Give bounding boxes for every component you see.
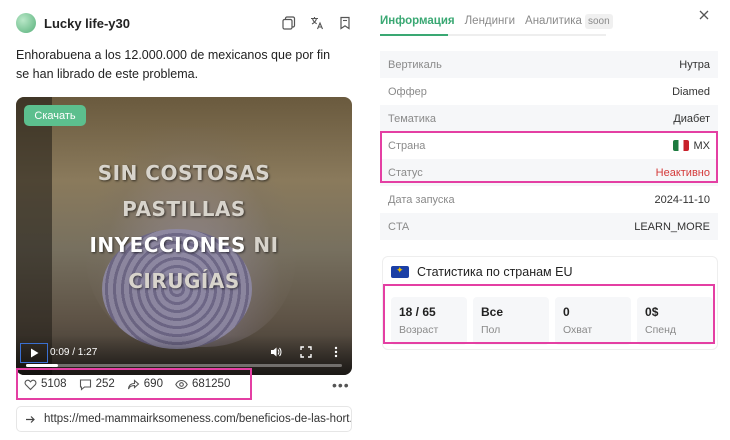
bookmark-icon[interactable] (338, 16, 352, 30)
more-options-icon[interactable] (330, 346, 342, 358)
fullscreen-icon[interactable] (300, 346, 312, 358)
tab-info[interactable]: Информация (380, 15, 455, 27)
avatar (16, 13, 36, 33)
info-row-country: Страна MX (388, 139, 710, 152)
play-icon (30, 348, 38, 358)
eu-flag-icon (391, 265, 409, 278)
heart-icon (24, 379, 37, 390)
landing-url-text: https://med-mammairksomeness.com/benefic… (44, 413, 352, 425)
comment-icon (79, 378, 91, 391)
ad-preview: Lucky life-y30 Enhorabuena a los 12.000.… (16, 10, 352, 84)
stat-spend: 0$ Спенд (637, 297, 713, 345)
video-player[interactable]: Скачать SIN COSTOSAS PASTILLAS INYECCION… (16, 97, 352, 375)
tab-landings[interactable]: Лендинги (465, 15, 515, 27)
info-row-launch-date: Дата запуска 2024-11-10 (388, 193, 710, 206)
stat-age: 18 / 65 Возраст (391, 297, 467, 345)
tab-analytics[interactable]: Аналитика (525, 15, 582, 27)
page-name: Lucky life-y30 (44, 15, 130, 31)
likes-count: 5108 (24, 378, 67, 391)
comments-count: 252 (79, 378, 115, 391)
mexico-flag-icon (672, 140, 689, 151)
views-count: 681250 (175, 378, 230, 391)
info-row-offer: Оффер Diamed (388, 85, 710, 98)
arrow-right-icon (26, 415, 35, 423)
info-row-status: Статус Неактивно (380, 159, 718, 186)
video-time: 0:09 / 1:27 (50, 347, 98, 358)
stat-gender: Все Пол (473, 297, 549, 345)
video-caption-line: INYECCIONES NI (89, 233, 279, 257)
close-icon[interactable] (698, 9, 710, 21)
ad-description: Enhorabuena a los 12.000.000 de mexicano… (16, 48, 331, 81)
status-badge: Неактивно (655, 166, 710, 179)
info-row-theme: Тематика Диабет (380, 105, 718, 132)
info-row-cta: CTA LEARN_MORE (380, 213, 718, 240)
landing-url[interactable]: https://med-mammairksomeness.com/benefic… (16, 406, 352, 432)
engagement-stats: 5108 252 690 681250 (16, 368, 252, 400)
tab-bar: Информация Лендинги Аналитика soon (380, 10, 613, 32)
more-actions-icon[interactable]: ••• (332, 377, 350, 393)
video-caption-line: PASTILLAS (122, 197, 246, 221)
info-row-vertical: Вертикаль Нутра (380, 51, 718, 78)
stat-reach: 0 Охват (555, 297, 631, 345)
shares-count: 690 (127, 378, 163, 391)
translate-icon[interactable] (310, 16, 324, 30)
share-icon (127, 378, 140, 389)
eye-icon (175, 379, 188, 389)
ad-header: Lucky life-y30 (16, 10, 352, 36)
download-button[interactable]: Скачать (24, 105, 86, 126)
volume-icon[interactable] (270, 346, 282, 358)
play-button[interactable] (20, 343, 48, 363)
details-panel: Информация Лендинги Аналитика soon Верти… (380, 0, 718, 440)
info-table: Вертикаль Нутра Оффер Diamed Тематика Ди… (380, 51, 718, 240)
eu-stats-title: Статистика по странам EU (417, 265, 573, 279)
video-caption-line: SIN COSTOSAS (97, 161, 271, 185)
video-progress-bar[interactable] (26, 364, 342, 367)
copy-icon[interactable] (282, 16, 296, 30)
eu-stats-card: Статистика по странам EU 18 / 65 Возраст… (382, 256, 718, 350)
video-caption-line: CIRUGÍAS (128, 269, 240, 293)
soon-badge: soon (584, 13, 613, 29)
